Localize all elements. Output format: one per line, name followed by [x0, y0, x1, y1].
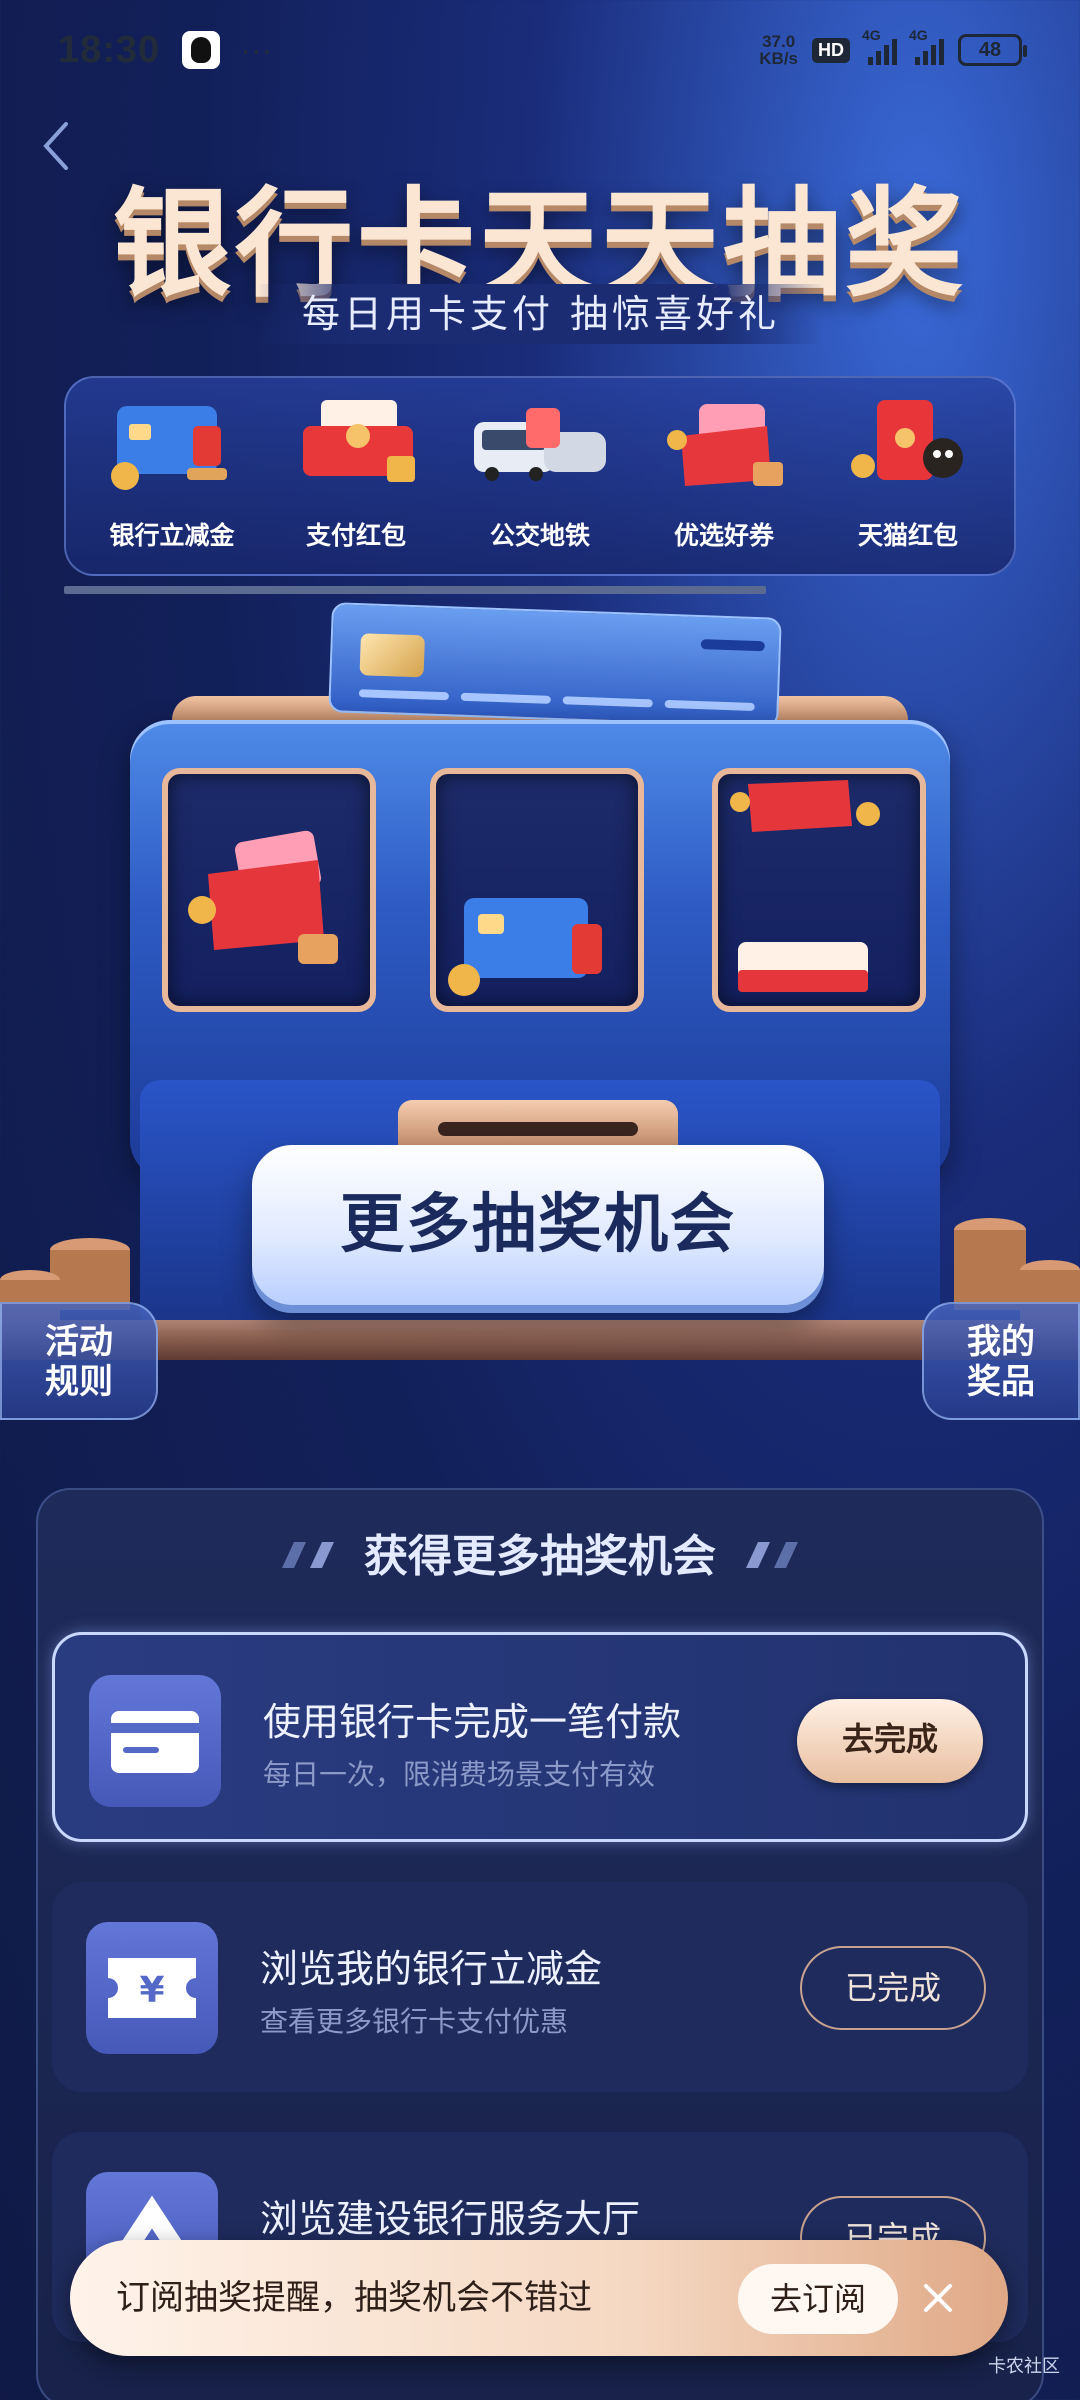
prize-category-strip: 银行立减金 支付红包 公交地铁 优选好券 天猫红包 [64, 376, 1016, 576]
go-complete-button[interactable]: 去完成 [797, 1699, 983, 1783]
page-subtitle: 每日用卡支付 抽惊喜好礼 [258, 284, 824, 344]
yuan-ticket-icon: ¥ [86, 1922, 218, 2054]
bank-card-coupon-icon [87, 396, 257, 496]
category-bus-subway[interactable]: 公交地铁 [455, 396, 625, 552]
signal-icon: 4G [862, 27, 897, 65]
task-title: 浏览我的银行立减金 [260, 1947, 603, 1991]
activity-rules-button[interactable]: 活动 规则 [0, 1302, 158, 1420]
slot-window-3 [712, 768, 926, 1012]
close-icon[interactable] [918, 2278, 958, 2318]
hd-badge: HD [812, 37, 850, 63]
subscribe-reminder-bar: 订阅抽奖提醒，抽奖机会不错过 去订阅 [70, 2240, 1008, 2356]
category-coupons[interactable]: 优选好券 [639, 396, 809, 552]
status-time: 18:30 [58, 28, 161, 71]
bank-card-graphic [328, 602, 782, 728]
battery-icon: 48 [958, 34, 1027, 66]
category-scroll-indicator [64, 586, 766, 594]
coupon-icon [639, 396, 809, 496]
category-payment-red-packet[interactable]: 支付红包 [271, 396, 441, 552]
task-title: 浏览建设银行服务大厅 [260, 2197, 641, 2241]
slot-machine: 更多抽奖机会 [0, 600, 1080, 1360]
more-notifications-icon: ··· [240, 31, 273, 68]
qq-icon [182, 31, 221, 69]
task-title: 使用银行卡完成一笔付款 [263, 1700, 682, 1744]
task-description: 每日一次，限消费场景支付有效 [263, 1758, 656, 1791]
completed-button[interactable]: 已完成 [800, 1946, 986, 2030]
category-tmall-red-packet[interactable]: 天猫红包 [823, 396, 993, 552]
title-decoration-right [746, 1542, 798, 1568]
status-bar: 18:30 ··· 37.0 KB/s HD 4G 4G 48 [0, 0, 1080, 100]
subscribe-button[interactable]: 去订阅 [738, 2264, 898, 2334]
more-chances-button[interactable]: 更多抽奖机会 [252, 1145, 824, 1305]
task-description: 查看更多银行卡支付优惠 [260, 2005, 569, 2038]
payment-red-packet-icon [271, 396, 441, 496]
watermark: 卡农社区 [988, 2356, 1060, 2377]
category-bank-coupon[interactable]: 银行立减金 [87, 396, 257, 552]
slot-window-2 [430, 768, 644, 1012]
tmall-red-packet-icon [823, 396, 993, 496]
my-prizes-button[interactable]: 我的 奖品 [922, 1302, 1080, 1420]
card-icon [89, 1675, 221, 1807]
bus-subway-icon [455, 396, 625, 496]
slot-window-1 [162, 768, 376, 1012]
svg-text:¥: ¥ [139, 1970, 164, 2011]
task-card-coupon: ¥ 浏览我的银行立减金 查看更多银行卡支付优惠 已完成 [52, 1882, 1028, 2092]
subscribe-text: 订阅抽奖提醒，抽奖机会不错过 [116, 2278, 592, 2318]
signal-icon-2: 4G [909, 27, 944, 65]
task-card-payment: 使用银行卡完成一笔付款 每日一次，限消费场景支付有效 去完成 [52, 1632, 1028, 1842]
tasks-title: 获得更多抽奖机会 [364, 1531, 716, 1582]
network-speed: 37.0 KB/s [759, 32, 798, 68]
